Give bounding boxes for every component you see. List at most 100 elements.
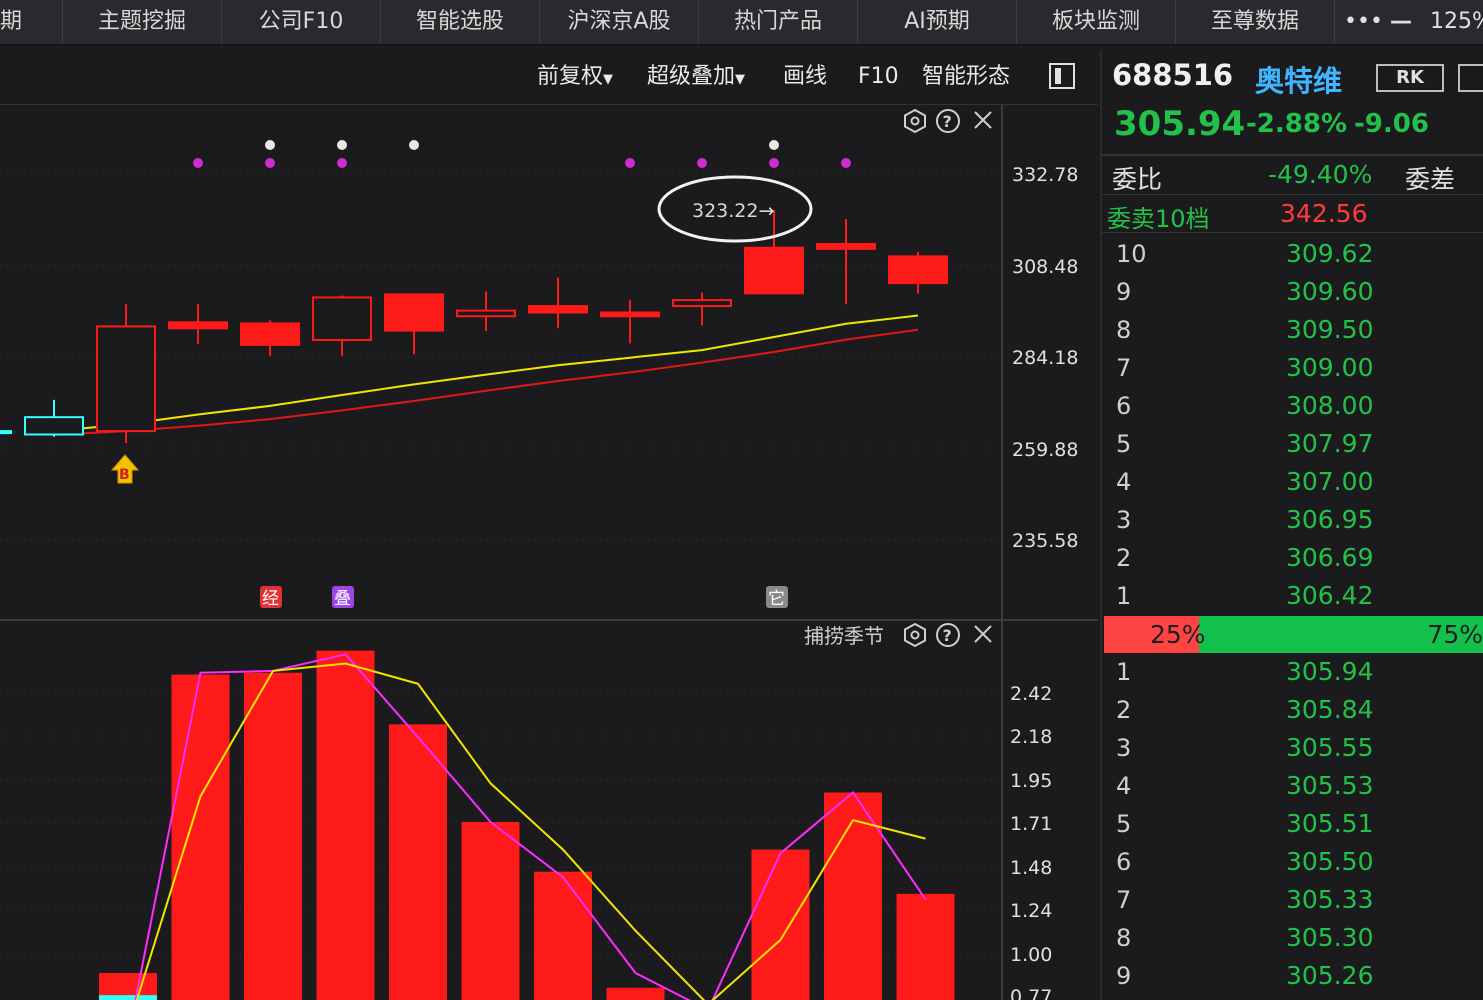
- ask-row[interactable]: 1 306.42: [1102, 577, 1483, 615]
- candle-body: [456, 309, 516, 318]
- ask-price: 309.60: [1286, 277, 1374, 306]
- candle: [96, 304, 156, 444]
- bid-row[interactable]: 8 305.30: [1102, 919, 1483, 957]
- indicator-bar: [534, 871, 592, 1000]
- draw-button[interactable]: 画线: [783, 62, 827, 92]
- tab-hot-products[interactable]: 热门产品: [699, 0, 858, 44]
- bid-row[interactable]: 7 305.33: [1102, 881, 1483, 919]
- more-icon[interactable]: •••: [1344, 0, 1383, 44]
- zoom-level[interactable]: 125%: [1430, 0, 1483, 44]
- ask-row[interactable]: 8 309.50: [1102, 311, 1483, 349]
- bid-level: 5: [1116, 810, 1132, 838]
- indicator-bar: [316, 650, 375, 1000]
- bid-price: 305.84: [1286, 695, 1374, 724]
- ask-row[interactable]: 5 307.97: [1102, 425, 1483, 463]
- buy-ratio-label: 75%: [1427, 620, 1483, 649]
- annotation-text: 323.22→: [692, 200, 774, 222]
- candle-body: [240, 322, 300, 346]
- tab-a-shares[interactable]: 沪深京A股: [540, 0, 699, 44]
- indicator-panel-controls: ?: [904, 622, 992, 648]
- buy-marker-label: B: [119, 467, 130, 483]
- bid-row[interactable]: 6 305.50: [1102, 843, 1483, 881]
- ask-price: 309.50: [1286, 315, 1374, 344]
- overlay-dropdown[interactable]: 超级叠加▼: [647, 62, 745, 92]
- ask-level: 7: [1116, 354, 1132, 382]
- overlay-label: 超级叠加: [647, 64, 736, 89]
- bid-row[interactable]: 1 305.94: [1102, 653, 1483, 691]
- signal-dot-magenta: [841, 158, 851, 168]
- ask10-value: 342.56: [1280, 199, 1368, 228]
- candle: [600, 300, 660, 344]
- close-icon[interactable]: [974, 625, 992, 643]
- layout-toggle-icon[interactable]: [1049, 63, 1075, 89]
- tab-theme-mining[interactable]: 主题挖掘: [63, 0, 222, 44]
- ask-row[interactable]: 2 306.69: [1102, 539, 1483, 577]
- bid-row[interactable]: 9 305.26: [1102, 957, 1483, 995]
- help-icon[interactable]: ?: [936, 109, 960, 133]
- signal-dot-white: [337, 140, 347, 150]
- change-percent: -2.88%: [1246, 109, 1347, 139]
- bid-level: 4: [1116, 772, 1132, 800]
- tab-sector-monitor[interactable]: 板块监测: [1017, 0, 1176, 44]
- ask-row[interactable]: 9 309.60: [1102, 273, 1483, 311]
- ask-row[interactable]: 6 308.00: [1102, 387, 1483, 425]
- bid-level: 1: [1116, 658, 1132, 686]
- wc-label: 委差: [1405, 165, 1456, 194]
- candle-body: [672, 299, 732, 308]
- indicator-bar: [751, 849, 810, 1000]
- indicator-bar: [389, 724, 447, 1000]
- bid-level: 3: [1116, 734, 1132, 762]
- indicator-layer: [99, 650, 955, 1000]
- signal-dot-white: [409, 140, 419, 150]
- indicator-bar: [244, 672, 302, 1000]
- minimize-icon[interactable]: —: [1390, 0, 1412, 44]
- indicator-bar: [896, 893, 955, 1000]
- ask-row[interactable]: 4 307.00: [1102, 463, 1483, 501]
- settings-hex-icon[interactable]: [904, 108, 926, 134]
- bid-row[interactable]: 5 305.51: [1102, 805, 1483, 843]
- candle-body: [384, 293, 444, 332]
- ask-row[interactable]: 3 306.95: [1102, 501, 1483, 539]
- tab-partial[interactable]: 期: [0, 0, 63, 44]
- divider: [1102, 194, 1483, 195]
- tab-ai-forecast[interactable]: AI预期: [858, 0, 1017, 44]
- ask-level: 6: [1116, 392, 1132, 420]
- pattern-button[interactable]: 智能形态: [922, 62, 1010, 92]
- ask-row[interactable]: 10 309.62: [1102, 235, 1483, 273]
- tab-smart-pick[interactable]: 智能选股: [381, 0, 540, 44]
- bid-row[interactable]: 3 305.55: [1102, 729, 1483, 767]
- close-icon[interactable]: [974, 111, 992, 129]
- f10-button[interactable]: F10: [858, 62, 899, 92]
- bid-row[interactable]: 2 305.84: [1102, 691, 1483, 729]
- bid-price: 305.33: [1286, 885, 1374, 914]
- signal-dot-white: [769, 140, 779, 150]
- chart-area[interactable]: 332.78 308.48 284.18 259.88 235.58 ? 323…: [0, 105, 1098, 1000]
- tab-company-f10[interactable]: 公司F10: [222, 0, 381, 44]
- adjust-label: 前复权: [537, 64, 604, 89]
- candle-body: [168, 321, 228, 330]
- tab-premium-data[interactable]: 至尊数据: [1176, 0, 1335, 44]
- buy-marker-icon[interactable]: B: [110, 454, 140, 484]
- bid-row[interactable]: 4 305.53: [1102, 767, 1483, 805]
- candle: [744, 209, 804, 295]
- svg-text:?: ?: [943, 112, 952, 131]
- signal-badges: 经 叠 它: [260, 586, 788, 609]
- settings-hex-icon[interactable]: [904, 622, 926, 648]
- help-icon[interactable]: ?: [936, 623, 960, 647]
- wb-label: 委比: [1112, 165, 1163, 194]
- top-nav: 期 主题挖掘 公司F10 智能选股 沪深京A股 热门产品 AI预期 板块监测 至…: [0, 0, 1483, 45]
- stock-name[interactable]: 奥特维: [1255, 58, 1342, 100]
- adjust-dropdown[interactable]: 前复权▼: [537, 62, 613, 92]
- ask-price: 306.95: [1286, 505, 1374, 534]
- bid-price: 305.51: [1286, 809, 1374, 838]
- candle-body: [600, 311, 660, 318]
- candle-body: [312, 296, 372, 341]
- candle: [312, 295, 372, 356]
- rk-button[interactable]: RK: [1376, 64, 1444, 92]
- badge-ta-label: 它: [768, 589, 785, 609]
- alert-bell-icon[interactable]: [1458, 64, 1483, 92]
- ask-row[interactable]: 7 309.00: [1102, 349, 1483, 387]
- kline-panel-controls: ?: [904, 108, 992, 134]
- ask-level: 9: [1116, 278, 1132, 306]
- stock-code[interactable]: 688516: [1112, 58, 1233, 92]
